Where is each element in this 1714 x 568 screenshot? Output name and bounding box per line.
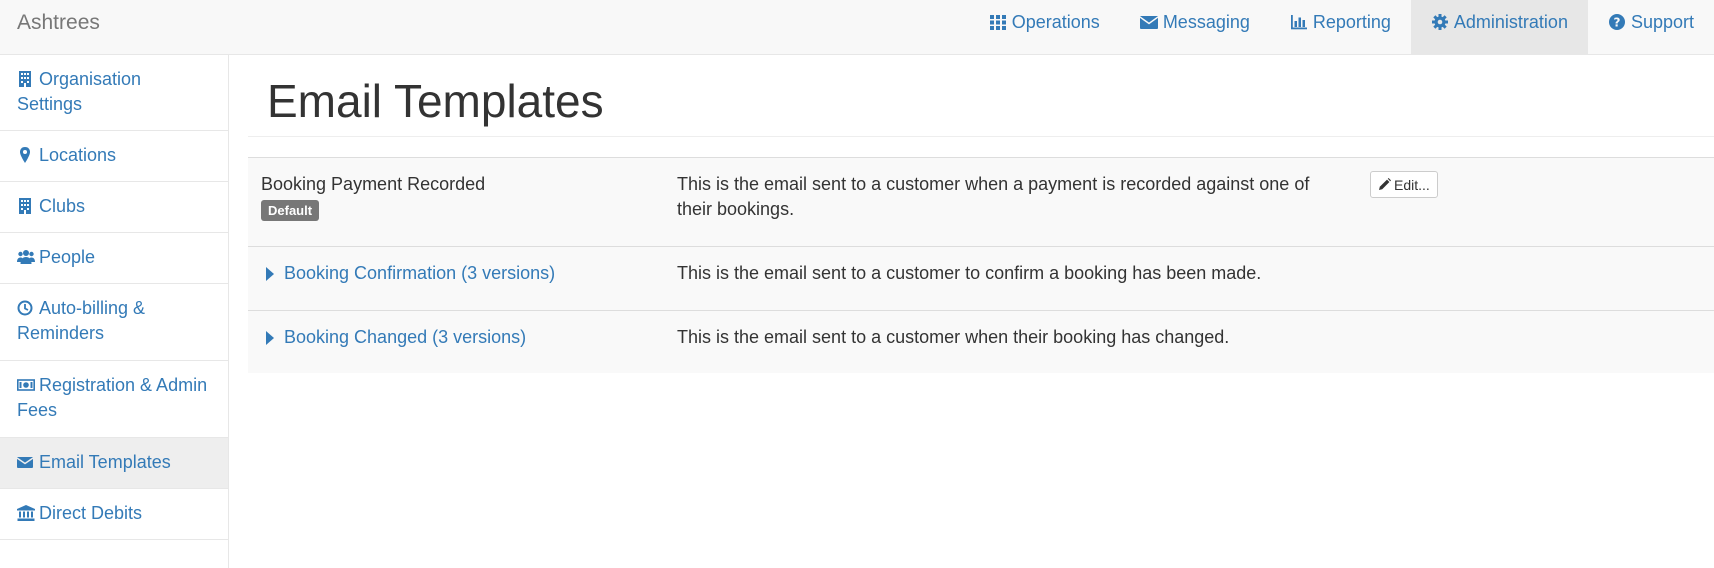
brand-logo[interactable]: Ashtrees <box>17 0 100 46</box>
sidebar-item-label: Email Templates <box>39 452 171 472</box>
nav-item-label: Operations <box>1011 11 1100 32</box>
template-description: This is the email sent to a customer whe… <box>677 174 1310 219</box>
template-name-cell: Booking Changed (3 versions) <box>261 325 661 352</box>
sidebar-item-label: Clubs <box>39 196 86 216</box>
template-name-cell: Booking Payment Recorded Default <box>261 172 661 222</box>
page-title: Email Templates <box>267 75 604 127</box>
page-header: Email Templates <box>248 55 1714 137</box>
sidebar-item-clubs[interactable]: Clubs <box>0 182 228 233</box>
nav-item-support[interactable]: ? Support <box>1588 0 1714 54</box>
template-name: Booking Payment Recorded <box>261 174 486 194</box>
templates-table: Booking Payment Recorded Default This is… <box>248 157 1714 373</box>
sidebar-item-organisation-settings[interactable]: Organisation Settings <box>0 55 228 131</box>
caret-right-icon <box>266 330 274 345</box>
default-badge: Default <box>261 200 320 221</box>
caret-right-icon <box>266 266 274 281</box>
users-icon <box>17 249 35 265</box>
question-circle-icon: ? <box>1608 13 1626 31</box>
svg-text:?: ? <box>1613 15 1620 29</box>
envelope-icon <box>1139 13 1158 31</box>
template-name: Booking Changed (3 versions) <box>284 327 527 347</box>
sidebar-item-locations[interactable]: Locations <box>0 131 228 182</box>
sidebar-item-people[interactable]: People <box>0 233 228 284</box>
main-nav: Operations Messaging Reporting Administr… <box>969 0 1714 54</box>
nav-item-label: Messaging <box>1162 11 1250 32</box>
building-icon <box>17 198 33 214</box>
sidebar-item-email-templates[interactable]: Email Templates <box>0 438 228 489</box>
template-description: This is the email sent to a customer whe… <box>677 327 1230 347</box>
top-navbar: Ashtrees Operations Messaging Reporting … <box>0 0 1714 55</box>
table-row: Booking Changed (3 versions) This is the… <box>248 311 1714 374</box>
template-name: Booking Confirmation (3 versions) <box>284 263 556 283</box>
pencil-icon <box>1378 178 1391 191</box>
nav-item-messaging[interactable]: Messaging <box>1120 0 1270 54</box>
sidebar-item-label: Auto-billing & Reminders <box>17 298 146 343</box>
main-content: Email Templates Booking Payment Recorded… <box>248 55 1714 568</box>
building-icon <box>17 71 33 87</box>
gear-icon <box>1431 13 1449 31</box>
sidebar: Organisation Settings Locations Clubs Pe… <box>0 55 229 568</box>
template-expand-link[interactable]: Booking Confirmation (3 versions) <box>261 261 555 286</box>
bar-chart-icon <box>1290 13 1308 31</box>
nav-item-label: Support <box>1630 11 1694 32</box>
clock-icon <box>17 300 33 316</box>
template-description: This is the email sent to a customer to … <box>677 263 1262 283</box>
bank-icon <box>17 505 35 521</box>
sidebar-item-auto-billing[interactable]: Auto-billing & Reminders <box>0 284 228 361</box>
template-name-cell: Booking Confirmation (3 versions) <box>261 261 661 288</box>
sidebar-item-label: Registration & Admin Fees <box>17 375 208 420</box>
template-action-cell: Edit... <box>1370 171 1438 198</box>
grid-icon <box>989 13 1007 31</box>
sidebar-item-registration-fees[interactable]: Registration & Admin Fees <box>0 361 228 438</box>
nav-item-label: Administration <box>1453 11 1568 32</box>
nav-item-label: Reporting <box>1312 11 1391 32</box>
money-icon <box>17 377 35 393</box>
table-row: Booking Payment Recorded Default This is… <box>248 158 1714 247</box>
edit-button[interactable]: Edit... <box>1370 171 1438 198</box>
envelope-icon <box>17 454 33 470</box>
sidebar-item-label: People <box>39 247 96 267</box>
sidebar-item-label: Organisation Settings <box>17 69 142 114</box>
table-row: Booking Confirmation (3 versions) This i… <box>248 247 1714 311</box>
map-marker-icon <box>17 147 33 163</box>
template-expand-link[interactable]: Booking Changed (3 versions) <box>261 325 526 350</box>
nav-item-operations[interactable]: Operations <box>969 0 1120 54</box>
nav-item-administration[interactable]: Administration <box>1410 0 1588 54</box>
edit-button-label: Edit... <box>1394 176 1430 193</box>
sidebar-item-label: Direct Debits <box>39 503 143 523</box>
sidebar-item-label: Locations <box>39 145 117 165</box>
sidebar-item-direct-debits[interactable]: Direct Debits <box>0 489 228 540</box>
nav-item-reporting[interactable]: Reporting <box>1270 0 1411 54</box>
